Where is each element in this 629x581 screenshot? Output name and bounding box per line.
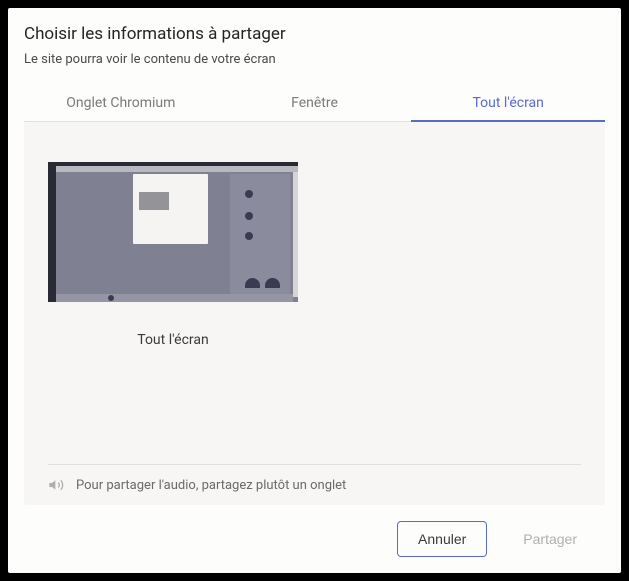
- preview-section: Tout l'écran: [48, 146, 581, 464]
- audio-hint-text: Pour partager l'audio, partagez plutôt u…: [76, 478, 346, 493]
- cancel-button[interactable]: Annuler: [397, 521, 487, 557]
- screen-option[interactable]: Tout l'écran: [48, 146, 298, 348]
- audio-hint-row: Pour partager l'audio, partagez plutôt u…: [48, 464, 581, 493]
- content-area: Tout l'écran Pour partager l'audio, part…: [24, 122, 605, 505]
- dialog-footer: Annuler Partager: [24, 521, 605, 557]
- screen-thumbnail: [48, 162, 298, 302]
- share-button: Partager: [503, 521, 597, 557]
- share-dialog: Choisir les informations à partager Le s…: [8, 8, 621, 573]
- tabs-bar: Onglet Chromium Fenêtre Tout l'écran: [24, 85, 605, 122]
- tab-fullscreen[interactable]: Tout l'écran: [411, 85, 605, 121]
- screen-label: Tout l'écran: [48, 332, 298, 348]
- dialog-subtitle: Le site pourra voir le contenu de votre …: [24, 52, 605, 67]
- tab-window[interactable]: Fenêtre: [218, 85, 412, 121]
- speaker-icon: [48, 477, 64, 493]
- dialog-title: Choisir les informations à partager: [24, 24, 605, 44]
- tab-chromium[interactable]: Onglet Chromium: [24, 85, 218, 121]
